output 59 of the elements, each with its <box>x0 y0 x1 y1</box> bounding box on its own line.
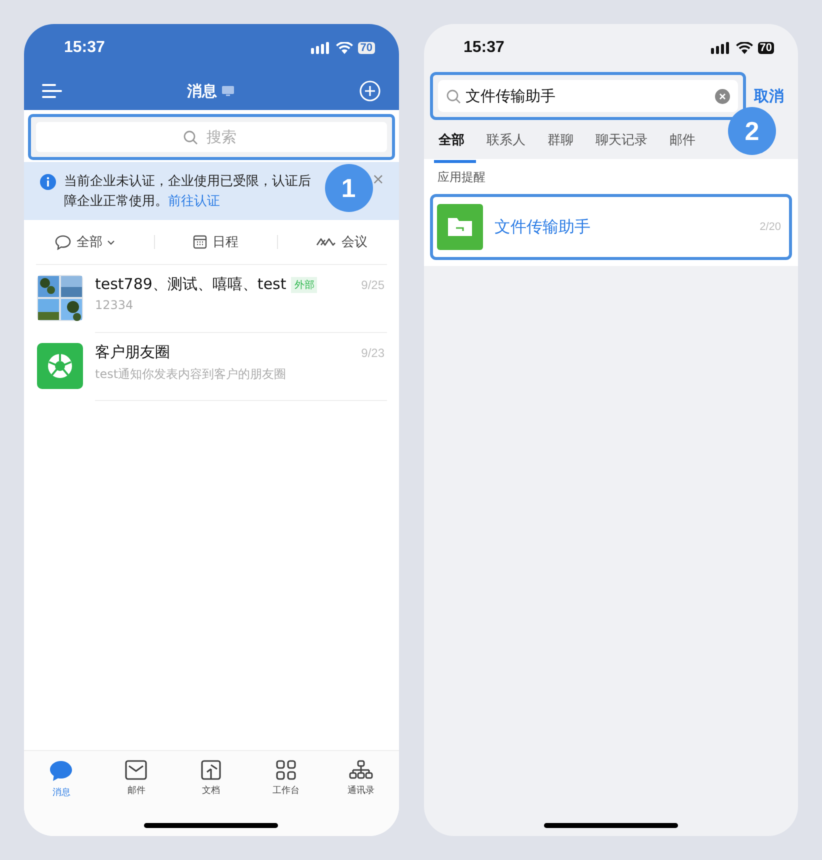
envelope-icon <box>125 760 148 780</box>
caret-icon <box>107 240 116 244</box>
tab-bar-item[interactable]: 邮件 <box>106 760 166 797</box>
cancel-button[interactable]: 取消 <box>754 86 784 106</box>
notice-text: 障企业正常使用。 <box>64 194 168 209</box>
chat-bubble-icon <box>49 760 74 782</box>
page-title: 消息 <box>186 82 217 100</box>
filter-button[interactable]: 会议 <box>316 233 368 251</box>
clear-icon[interactable] <box>715 89 730 104</box>
search-field[interactable]: 文件传输助手 <box>438 80 738 112</box>
chat-date: 9/25 <box>361 278 384 292</box>
tab-bar-item[interactable]: 消息 <box>31 760 92 799</box>
wifi-icon <box>736 42 753 54</box>
external-tag: 外部 <box>291 276 318 292</box>
org-chart-icon <box>349 760 373 780</box>
grid-icon <box>276 760 296 780</box>
shutter-app-icon <box>37 343 83 389</box>
tab-bar-item[interactable]: 工作台 <box>256 760 316 797</box>
battery-level: 70 <box>758 42 774 54</box>
result-count: 2/20 <box>760 221 781 233</box>
info-icon <box>40 174 56 190</box>
message-preview: test通知你发表内容到客户的朋友圈 <box>95 366 288 383</box>
step-badge: 2 <box>728 107 776 155</box>
tab-bar-item[interactable]: 通讯录 <box>331 760 391 797</box>
calendar-icon <box>193 235 208 249</box>
chat-bubble-icon <box>55 234 72 250</box>
signal-icon <box>710 42 731 54</box>
category-tab[interactable]: 联系人 <box>482 124 536 163</box>
status-time: 15:37 <box>464 39 504 57</box>
wifi-icon <box>336 42 354 54</box>
result-title: 文件传输助手 <box>494 216 590 238</box>
document-icon <box>201 760 222 780</box>
menu-icon[interactable] <box>42 84 62 98</box>
category-tab[interactable]: 聊天记录 <box>590 124 658 163</box>
filter-button[interactable]: 日程 <box>193 233 238 251</box>
add-icon[interactable] <box>358 80 380 102</box>
tab-bar-item[interactable]: 文档 <box>181 760 242 797</box>
meeting-icon <box>316 236 336 248</box>
category-tab[interactable]: 邮件 <box>664 124 706 163</box>
result-row[interactable]: 文件传输助手 2/20 <box>430 194 792 260</box>
filter-button[interactable]: 全部 <box>55 233 116 251</box>
chat-row[interactable]: 客户朋友圈 9/23 test通知你发表内容到客户的朋友圈 <box>24 333 398 401</box>
search-icon <box>446 89 460 104</box>
step-badge: 1 <box>324 164 372 212</box>
folder-app-icon <box>436 204 482 250</box>
chat-name: test789、测试、嘻嘻、test <box>95 275 286 294</box>
search-field[interactable]: 搜索 <box>36 122 386 152</box>
section-title: 应用提醒 <box>436 169 486 186</box>
message-preview: 12334 <box>95 298 134 312</box>
chat-name: 客户朋友圈 <box>95 343 170 362</box>
signal-icon <box>311 42 332 54</box>
chat-date: 9/23 <box>361 346 384 360</box>
category-tab[interactable]: 群聊 <box>542 124 584 163</box>
notice-text: 当前企业未认证，企业使用已受限，认证后 <box>64 173 311 191</box>
battery-level: 70 <box>358 42 374 54</box>
search-icon <box>183 130 198 145</box>
chat-row[interactable]: test789、测试、嘻嘻、test 外部 9/25 12334 <box>24 265 398 333</box>
status-time: 15:37 <box>64 39 105 57</box>
monitor-icon <box>222 86 234 96</box>
